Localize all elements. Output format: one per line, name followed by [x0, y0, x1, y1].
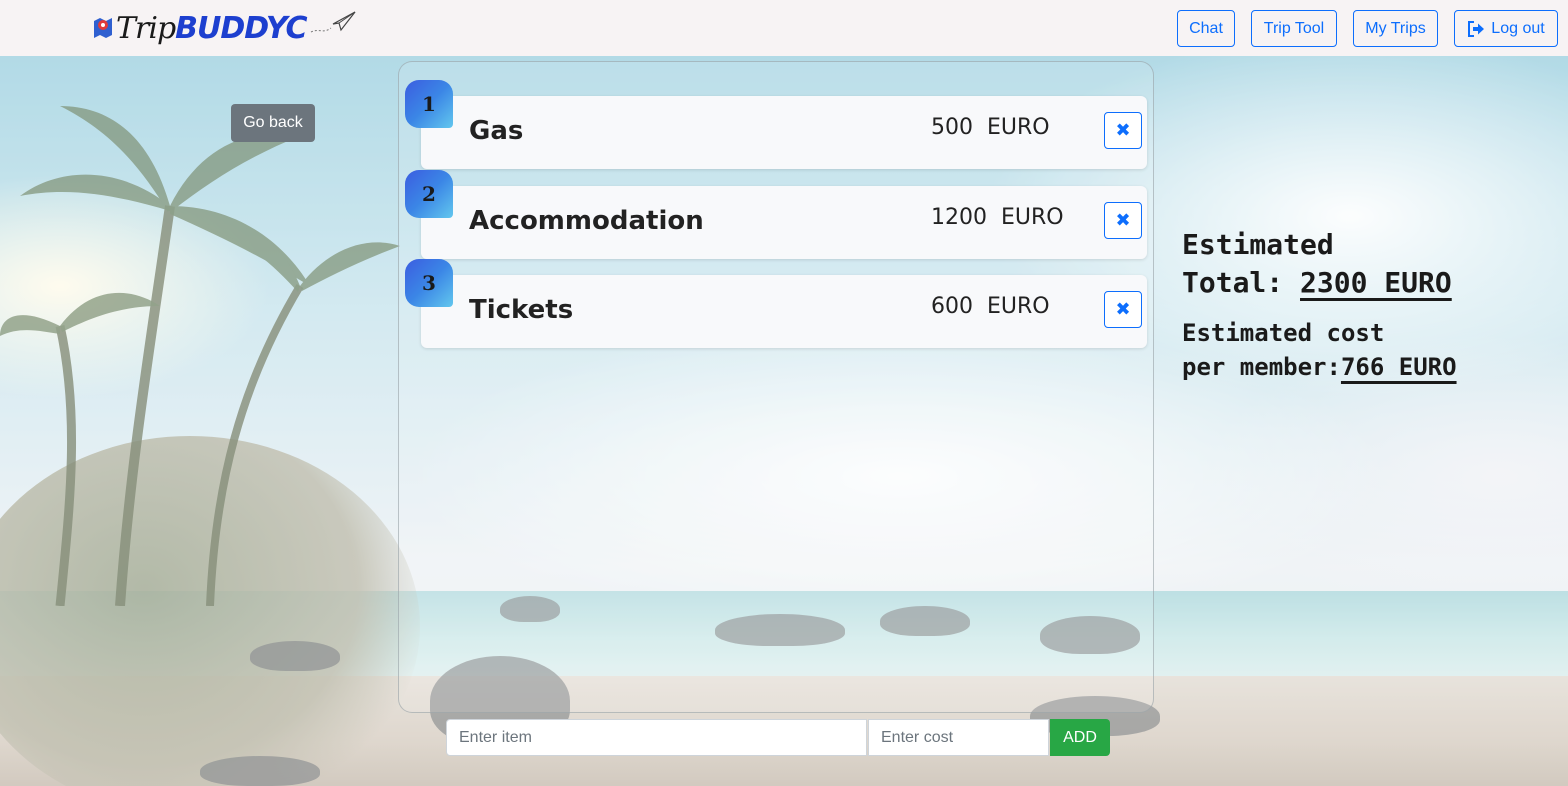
delete-item-button[interactable]: ✖ [1104, 202, 1142, 239]
delete-item-button[interactable]: ✖ [1104, 291, 1142, 328]
close-icon: ✖ [1115, 299, 1131, 320]
totals-summary: Estimated Total: 2300 EURO Estimated cos… [1182, 226, 1562, 384]
item-name: Gas [469, 116, 524, 146]
cost-input[interactable] [868, 719, 1049, 756]
member-label-line1: Estimated cost [1182, 319, 1385, 347]
member-value: 766 EURO [1340, 353, 1457, 381]
add-button[interactable]: ADD [1050, 719, 1110, 756]
my-trips-button[interactable]: My Trips [1353, 10, 1438, 47]
member-label-line2: per member: [1182, 353, 1341, 381]
brand-text-buddy: BUDDYC [175, 10, 307, 46]
log-out-button[interactable]: Log out [1454, 10, 1558, 47]
go-back-button[interactable]: Go back [231, 104, 315, 142]
expense-item: 2 Accommodation 1200 EURO ✖ [405, 170, 1147, 259]
item-number-badge: 1 [405, 80, 453, 128]
item-input[interactable] [446, 719, 867, 756]
delete-item-button[interactable]: ✖ [1104, 112, 1142, 149]
item-name: Accommodation [469, 206, 704, 236]
log-out-label: Log out [1491, 19, 1545, 37]
brand-text-trip: Trip [116, 10, 176, 46]
estimated-cost-per-member: Estimated cost per member:766 EURO [1182, 316, 1562, 384]
estimated-total: Estimated Total: 2300 EURO [1182, 226, 1562, 302]
item-cost: 600 EURO [931, 294, 1050, 319]
brand-logo[interactable]: Trip BUDDYC [92, 4, 357, 52]
navbar: Trip BUDDYC Chat Trip Tool My Trips Log … [0, 0, 1568, 56]
map-pin-icon [94, 18, 112, 38]
trip-tool-button[interactable]: Trip Tool [1251, 10, 1337, 47]
item-number-badge: 2 [405, 170, 453, 218]
item-cost: 1200 EURO [931, 205, 1064, 230]
close-icon: ✖ [1115, 210, 1131, 231]
total-label-line2-wrap: Total: 2300 EURO [1182, 264, 1562, 302]
logout-icon [1468, 20, 1485, 37]
member-label-line2-wrap: per member:766 EURO [1182, 350, 1562, 384]
item-number-badge: 3 [405, 259, 453, 307]
expense-list-panel: 1 Gas 500 EURO ✖ 2 Accommodation 1200 EU… [398, 61, 1154, 713]
paper-plane-icon [310, 11, 356, 33]
total-value: 2300 EURO [1300, 266, 1452, 299]
close-icon: ✖ [1115, 120, 1131, 141]
item-cost: 500 EURO [931, 115, 1050, 140]
expense-item: 1 Gas 500 EURO ✖ [405, 80, 1147, 169]
total-label-line2: Total: [1182, 266, 1301, 299]
expense-item: 3 Tickets 600 EURO ✖ [405, 259, 1147, 348]
item-name: Tickets [469, 295, 574, 325]
chat-button[interactable]: Chat [1177, 10, 1235, 47]
total-label-line1: Estimated [1182, 228, 1334, 261]
